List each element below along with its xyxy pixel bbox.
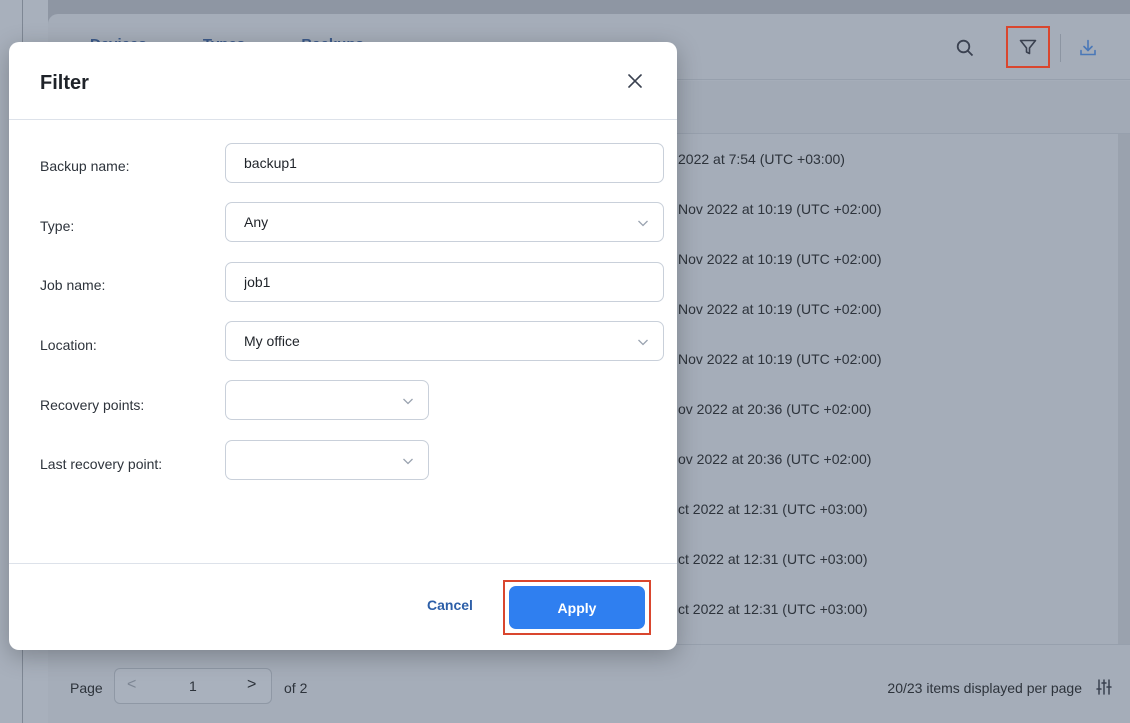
recovery-points-label: Recovery points: xyxy=(40,397,145,413)
page-stepper: < 1 > xyxy=(114,668,272,704)
chevron-down-icon xyxy=(403,398,413,405)
row-date: ct 2022 at 12:31 (UTC +03:00) xyxy=(678,601,868,617)
last-recovery-point-select[interactable] xyxy=(225,440,429,480)
page-number-input[interactable]: 1 xyxy=(189,678,197,694)
scrollbar[interactable] xyxy=(1118,134,1130,644)
dialog-divider xyxy=(9,563,677,564)
apply-highlight: Apply xyxy=(503,580,651,635)
backup-name-label: Backup name: xyxy=(40,158,130,174)
table-settings-icon[interactable] xyxy=(1094,677,1114,697)
chevron-down-icon xyxy=(403,458,413,465)
chevron-down-icon xyxy=(638,339,648,346)
pagination-footer: Page < 1 > of 2 20/23 items displayed pe… xyxy=(48,644,1130,723)
location-select-value: My office xyxy=(244,333,300,349)
filter-dialog: Filter Backup name: Type: Any Job name: … xyxy=(9,42,677,650)
recovery-points-select[interactable] xyxy=(225,380,429,420)
header-separator xyxy=(1060,34,1061,62)
job-name-input[interactable] xyxy=(225,262,664,302)
row-date: ov 2022 at 20:36 (UTC +02:00) xyxy=(678,451,872,467)
dialog-title: Filter xyxy=(40,72,89,94)
type-label: Type: xyxy=(40,218,75,234)
type-select-value: Any xyxy=(244,214,269,230)
type-select[interactable]: Any xyxy=(225,202,664,242)
next-page-button[interactable]: > xyxy=(247,676,256,694)
location-label: Location: xyxy=(40,337,97,353)
dialog-divider xyxy=(9,119,677,120)
row-date: Nov 2022 at 10:19 (UTC +02:00) xyxy=(678,301,882,317)
cancel-button[interactable]: Cancel xyxy=(419,593,481,617)
row-date: 2022 at 7:54 (UTC +03:00) xyxy=(678,151,845,167)
chevron-down-icon xyxy=(638,220,648,227)
page-count: of 2 xyxy=(284,680,308,696)
items-per-page-label: 20/23 items displayed per page xyxy=(887,680,1082,696)
apply-button[interactable]: Apply xyxy=(509,586,645,629)
page-label: Page xyxy=(70,680,103,696)
filter-icon[interactable] xyxy=(1006,26,1050,68)
row-date: Nov 2022 at 10:19 (UTC +02:00) xyxy=(678,201,882,217)
prev-page-button[interactable]: < xyxy=(127,676,136,694)
close-icon[interactable] xyxy=(622,68,648,94)
backup-name-input[interactable] xyxy=(225,143,664,183)
row-date: Nov 2022 at 10:19 (UTC +02:00) xyxy=(678,351,882,367)
download-icon[interactable] xyxy=(1072,30,1104,66)
search-icon[interactable] xyxy=(949,30,981,66)
row-date: Nov 2022 at 10:19 (UTC +02:00) xyxy=(678,251,882,267)
last-recovery-point-label: Last recovery point: xyxy=(40,456,163,472)
row-date: ct 2022 at 12:31 (UTC +03:00) xyxy=(678,551,868,567)
location-select[interactable]: My office xyxy=(225,321,664,361)
row-date: ov 2022 at 20:36 (UTC +02:00) xyxy=(678,401,872,417)
job-name-label: Job name: xyxy=(40,277,106,293)
row-date: ct 2022 at 12:31 (UTC +03:00) xyxy=(678,501,868,517)
